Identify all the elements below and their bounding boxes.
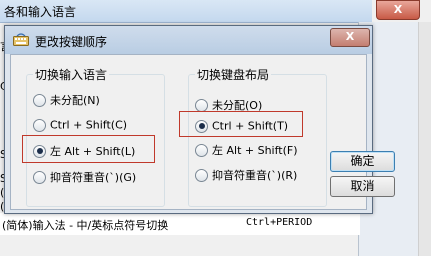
ok-button[interactable]: 确定	[330, 151, 395, 172]
background-title-bar: 各和输入语言	[0, 0, 372, 23]
dialog-close-button[interactable]: X	[330, 28, 370, 47]
background-row-label: (简体)输入法 - 中/英标点符号切换	[2, 219, 169, 232]
cancel-button[interactable]: 取消	[330, 176, 395, 197]
radio-button[interactable]	[195, 143, 208, 157]
keyboard-layout-group-title: 切换键盘布局	[195, 66, 272, 83]
radio-option-grave-accent-g[interactable]: 抑音符重音(`)(G)	[33, 169, 136, 187]
input-language-group: 切换输入语言 未分配(N) Ctrl + Shift(C) 左 Alt + Sh…	[22, 66, 165, 207]
radio-button[interactable]	[195, 168, 208, 182]
keyboard-layout-group: 切换键盘布局 未分配(O) Ctrl + Shift(T) 左 Alt + Sh…	[179, 66, 327, 207]
background-list-row[interactable]: (简体)输入法 - 中/英标点符号切换 Ctrl+PERIOD	[0, 213, 360, 235]
background-close-button[interactable]: X	[376, 0, 420, 20]
radio-button[interactable]	[33, 93, 46, 107]
radio-button[interactable]	[33, 118, 46, 132]
radio-option-left-alt-shift-f[interactable]: 左 Alt + Shift(F)	[195, 142, 298, 160]
highlight-box	[22, 135, 155, 163]
radio-button[interactable]	[33, 170, 46, 184]
dialog-title: 更改按键顺序	[35, 35, 108, 49]
radio-button[interactable]	[195, 98, 208, 112]
background-title: 各和输入语言	[4, 5, 77, 19]
change-key-sequence-dialog: 更改按键顺序 X 切换输入语言 未分配(N) Ctrl + Shift(C) 左…	[4, 25, 373, 214]
highlight-box	[179, 111, 303, 137]
dialog-body: 切换输入语言 未分配(N) Ctrl + Shift(C) 左 Alt + Sh…	[10, 54, 367, 210]
keyboard-icon	[13, 33, 29, 46]
input-language-group-title: 切换输入语言	[33, 66, 110, 83]
dialog-title-bar: 更改按键顺序 X	[5, 26, 372, 54]
radio-option-unassigned-n[interactable]: 未分配(N)	[33, 92, 100, 110]
background-scrollbar[interactable]	[418, 22, 431, 256]
radio-option-ctrl-shift-c[interactable]: Ctrl + Shift(C)	[33, 118, 127, 136]
background-row-shortcut: Ctrl+PERIOD	[246, 217, 313, 228]
radio-option-grave-accent-r[interactable]: 抑音符重音(`)(R)	[195, 167, 297, 185]
